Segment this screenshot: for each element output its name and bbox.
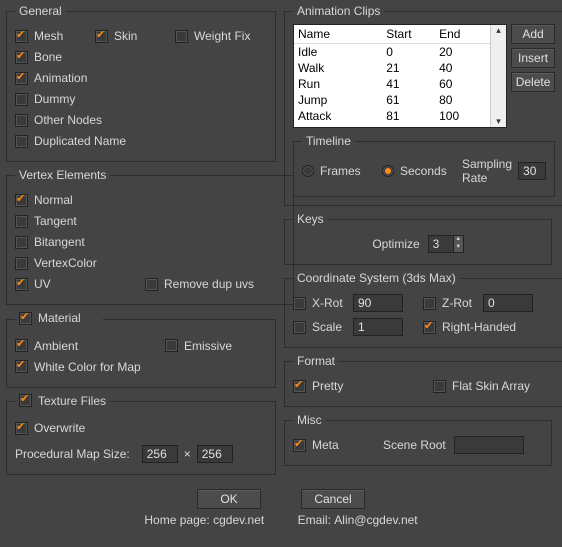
skin-checkbox[interactable]: Skin [95, 29, 175, 43]
dummy-checkbox[interactable]: Dummy [15, 92, 95, 106]
vertex-legend: Vertex Elements [15, 168, 110, 182]
format-group: Format Pretty Flat Skin Array [284, 354, 562, 407]
removedup-checkbox[interactable]: Remove dup uvs [145, 277, 285, 291]
zrot-input[interactable] [483, 294, 533, 312]
optimize-input[interactable] [429, 236, 453, 252]
table-row: Jump6180 [294, 92, 490, 108]
emissive-checkbox[interactable]: Emissive [165, 339, 245, 353]
insert-button[interactable]: Insert [511, 48, 555, 68]
table-row: Attack81100 [294, 108, 490, 124]
sceneroot-input[interactable] [454, 436, 524, 454]
seconds-radio[interactable]: Seconds [382, 164, 462, 178]
col-start: Start [382, 25, 435, 44]
pretty-checkbox[interactable]: Pretty [293, 379, 433, 393]
scroll-up-icon[interactable]: ▴ [496, 25, 501, 36]
righthanded-checkbox[interactable]: Right-Handed [423, 320, 562, 334]
misc-legend: Misc [293, 413, 326, 427]
keys-group: Keys Optimize ▲▼ [284, 212, 552, 265]
overwrite-checkbox[interactable]: Overwrite [15, 421, 95, 435]
procmap-width-input[interactable] [142, 445, 178, 463]
sampling-input[interactable] [518, 162, 546, 180]
vertexcolor-checkbox[interactable]: VertexColor [15, 256, 155, 270]
optimize-spinner[interactable]: ▲▼ [428, 235, 464, 253]
clips-table[interactable]: Name Start End Idle020 Walk2140 Run4160 … [293, 24, 507, 128]
optimize-label: Optimize [372, 237, 419, 251]
general-group: General Mesh Skin Weight Fix Bone Animat… [6, 4, 276, 162]
coord-legend: Coordinate System (3ds Max) [293, 271, 460, 285]
othernodes-checkbox[interactable]: Other Nodes [15, 113, 155, 127]
normal-checkbox[interactable]: Normal [15, 193, 95, 207]
material-legend-checkbox[interactable]: Material [19, 311, 99, 325]
texture-legend-checkbox[interactable]: Texture Files [19, 394, 106, 408]
xrot-input[interactable] [353, 294, 403, 312]
scale-checkbox[interactable]: Scale [293, 320, 353, 334]
flatskin-checkbox[interactable]: Flat Skin Array [433, 379, 562, 393]
cancel-button[interactable]: Cancel [301, 489, 365, 509]
general-legend: General [15, 4, 66, 18]
clips-scrollbar[interactable]: ▴ ▾ [490, 25, 506, 127]
delete-button[interactable]: Delete [511, 72, 555, 92]
add-button[interactable]: Add [511, 24, 555, 44]
misc-group: Misc Meta Scene Root [284, 413, 552, 466]
meta-checkbox[interactable]: Meta [293, 438, 383, 452]
keys-legend: Keys [293, 212, 328, 226]
animclips-group: Animation Clips Name Start End Idle020 [284, 4, 562, 206]
material-group: Material Ambient Emissive White Color fo… [6, 311, 276, 388]
texture-group: Texture Files Overwrite Procedural Map S… [6, 394, 276, 476]
format-legend: Format [293, 354, 339, 368]
footer-text: Home page: cgdev.net Email: Alin@cgdev.n… [0, 513, 562, 531]
col-name: Name [294, 25, 382, 44]
xrot-checkbox[interactable]: X-Rot [293, 296, 353, 310]
ok-button[interactable]: OK [197, 489, 261, 509]
spin-up-icon[interactable]: ▲ [453, 236, 463, 244]
mesh-checkbox[interactable]: Mesh [15, 29, 95, 43]
animclips-legend: Animation Clips [293, 4, 384, 18]
timeline-group: Timeline Frames Seconds Sampling Rate [293, 134, 555, 197]
animation-checkbox[interactable]: Animation [15, 71, 95, 85]
weightfix-checkbox[interactable]: Weight Fix [175, 29, 255, 43]
spin-down-icon[interactable]: ▼ [453, 244, 463, 252]
sampling-label: Sampling Rate [462, 157, 512, 185]
scale-input[interactable] [353, 318, 403, 336]
tangent-checkbox[interactable]: Tangent [15, 214, 95, 228]
procmap-label: Procedural Map Size: [15, 447, 130, 461]
coord-group: Coordinate System (3ds Max) X-Rot Z-Rot … [284, 271, 562, 348]
whitecolor-checkbox[interactable]: White Color for Map [15, 360, 155, 374]
uv-checkbox[interactable]: UV [15, 277, 145, 291]
sceneroot-label: Scene Root [383, 438, 446, 452]
dupname-checkbox[interactable]: Duplicated Name [15, 134, 155, 148]
bone-checkbox[interactable]: Bone [15, 50, 95, 64]
frames-radio[interactable]: Frames [302, 164, 382, 178]
scroll-down-icon[interactable]: ▾ [496, 116, 501, 127]
zrot-checkbox[interactable]: Z-Rot [423, 296, 483, 310]
procmap-height-input[interactable] [197, 445, 233, 463]
col-end: End [435, 25, 490, 44]
times-symbol: × [184, 447, 191, 461]
table-row: Idle020 [294, 44, 490, 61]
table-row: Run4160 [294, 76, 490, 92]
table-row: Walk2140 [294, 60, 490, 76]
bitangent-checkbox[interactable]: Bitangent [15, 235, 95, 249]
timeline-legend: Timeline [302, 134, 355, 148]
ambient-checkbox[interactable]: Ambient [15, 339, 165, 353]
vertex-group: Vertex Elements Normal Tangent Bitangent… [6, 168, 294, 305]
